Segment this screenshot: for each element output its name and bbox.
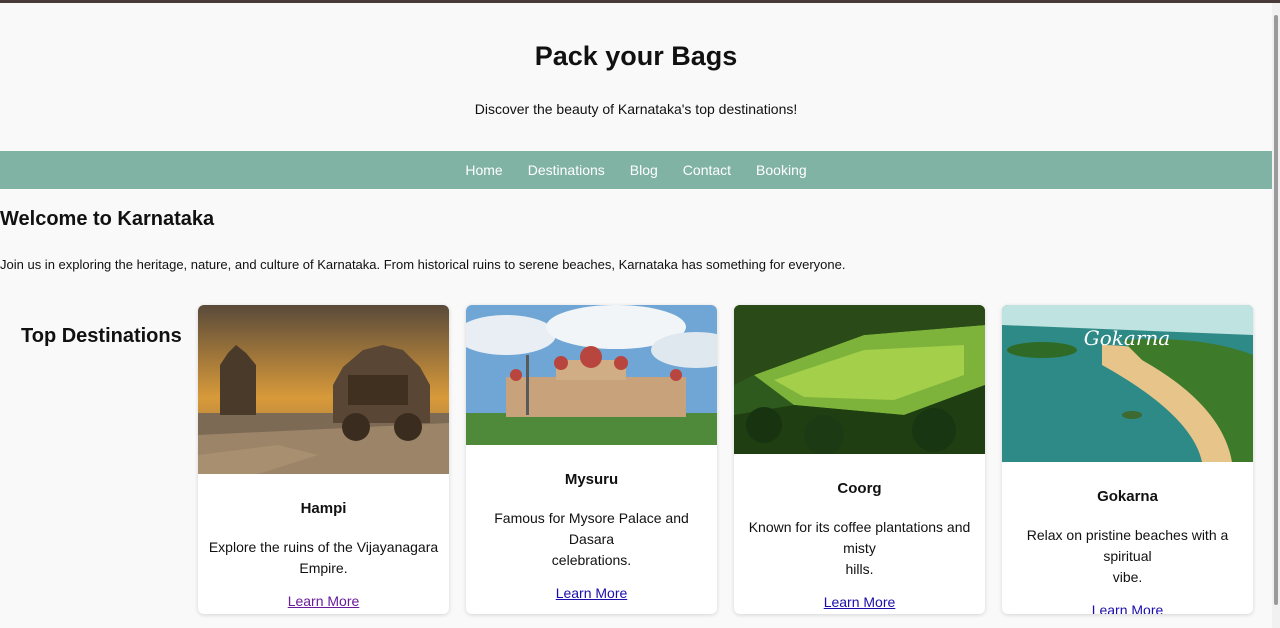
learn-more-link[interactable]: Learn More bbox=[556, 585, 628, 601]
gokarna-image-caption: Gokarna bbox=[1084, 326, 1170, 350]
nav-blog[interactable]: Blog bbox=[630, 162, 658, 178]
page-subtitle: Discover the beauty of Karnataka's top d… bbox=[474, 101, 798, 117]
site-header: Pack your Bags Discover the beauty of Ka… bbox=[0, 3, 1272, 151]
card-title: Mysuru bbox=[564, 471, 619, 488]
learn-more-link[interactable]: Learn More bbox=[288, 593, 360, 609]
learn-more-link[interactable]: Learn More bbox=[824, 594, 896, 610]
nav-destinations[interactable]: Destinations bbox=[528, 162, 605, 178]
nav-contact[interactable]: Contact bbox=[683, 162, 731, 178]
top-destinations-heading: Top Destinations bbox=[21, 325, 182, 347]
mysuru-image bbox=[466, 305, 717, 445]
destination-card-gokarna: Gokarna Gokarna Relax on pristine beache… bbox=[1002, 305, 1253, 614]
card-description-line: Known for its coffee plantations and mis… bbox=[748, 519, 971, 556]
nav-booking[interactable]: Booking bbox=[756, 162, 807, 178]
card-title: Hampi bbox=[300, 500, 347, 517]
card-description-line: Famous for Mysore Palace and Dasara bbox=[494, 510, 689, 547]
scrollbar-thumb[interactable] bbox=[1274, 15, 1278, 605]
card-title: Coorg bbox=[837, 480, 882, 497]
card-description: Known for its coffee plantations and mis… bbox=[734, 517, 985, 580]
card-description: Relax on pristine beaches with a spiritu… bbox=[1002, 525, 1253, 588]
card-description-line: Relax on pristine beaches with a spiritu… bbox=[1026, 527, 1229, 564]
card-description-line: Explore the ruins of the Vijayanagara bbox=[208, 539, 439, 555]
card-title: Gokarna bbox=[1097, 488, 1158, 505]
coorg-image bbox=[734, 305, 985, 454]
page-scrollbar[interactable] bbox=[1272, 3, 1280, 628]
card-description: Explore the ruins of the Vijayanagara Em… bbox=[198, 537, 449, 579]
card-description-line: hills. bbox=[845, 561, 874, 577]
intro-text: Join us in exploring the heritage, natur… bbox=[0, 257, 846, 272]
destination-card-hampi: Hampi Explore the ruins of the Vijayanag… bbox=[198, 305, 449, 614]
card-description-line: celebrations. bbox=[551, 552, 632, 568]
page-title: Pack your Bags bbox=[534, 41, 738, 71]
learn-more-link[interactable]: Learn More bbox=[1092, 602, 1164, 614]
destination-card-coorg: Coorg Known for its coffee plantations a… bbox=[734, 305, 985, 614]
nav-home[interactable]: Home bbox=[465, 162, 502, 178]
card-description: Famous for Mysore Palace and Dasara cele… bbox=[466, 508, 717, 571]
hampi-image bbox=[198, 305, 449, 474]
card-description-line: Empire. bbox=[299, 560, 348, 576]
gokarna-image: Gokarna bbox=[1002, 305, 1253, 462]
card-description-line: vibe. bbox=[1112, 569, 1143, 585]
welcome-heading: Welcome to Karnataka bbox=[0, 208, 215, 230]
main-nav: Home Destinations Blog Contact Booking bbox=[0, 151, 1272, 189]
destination-card-mysuru: Mysuru Famous for Mysore Palace and Dasa… bbox=[466, 305, 717, 614]
